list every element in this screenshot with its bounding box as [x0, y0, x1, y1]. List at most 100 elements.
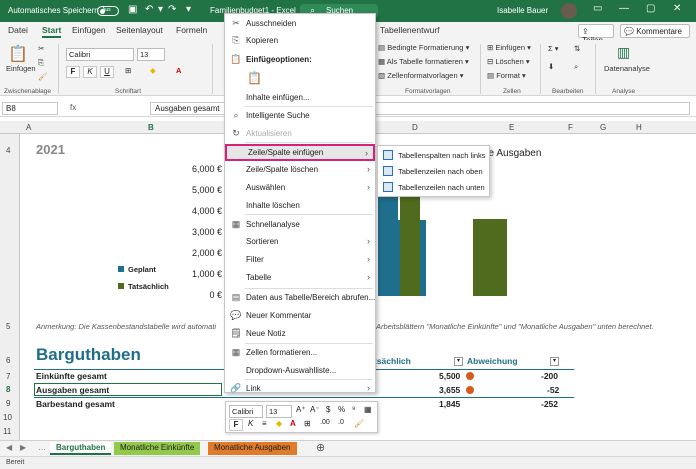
- context-menu-item-refresh[interactable]: ↻ Aktualisieren: [225, 126, 375, 143]
- context-menu-item-copy[interactable]: ⎘ Kopieren: [225, 33, 375, 50]
- bar-partial[interactable]: [378, 182, 398, 296]
- column-header[interactable]: D: [412, 123, 418, 132]
- row-header[interactable]: 10: [3, 413, 12, 422]
- column-header[interactable]: E: [509, 123, 514, 132]
- mini-italic-button[interactable]: K: [248, 419, 253, 428]
- context-menu-item-insert-row-column[interactable]: Zeile/Spalte einfügen ›: [225, 144, 375, 161]
- context-menu-item-table[interactable]: Tabelle ›: [225, 270, 375, 287]
- mini-decimal-icon[interactable]: .00: [320, 419, 330, 426]
- context-menu-item-new-comment[interactable]: 💬 Neuer Kommentar: [225, 308, 375, 325]
- tab-tabellenentwurf[interactable]: Tabellenentwurf: [380, 25, 440, 35]
- context-menu-item-cut[interactable]: ✂ Ausschneiden: [225, 16, 375, 33]
- column-header[interactable]: H: [636, 123, 642, 132]
- sheet-tab-barguthaben[interactable]: Barguthaben: [50, 442, 112, 455]
- context-menu-item-get-data-from-table[interactable]: ▤ Daten aus Tabelle/Bereich abrufen...: [225, 290, 376, 307]
- more-sheets-icon[interactable]: …: [38, 443, 46, 452]
- column-header[interactable]: F: [568, 123, 573, 132]
- insert-cells-button[interactable]: ⊞ Einfügen ▾: [487, 43, 531, 52]
- restore-icon[interactable]: ▢: [646, 3, 655, 14]
- share-button[interactable]: ⇪ Teilen: [578, 24, 614, 45]
- context-menu-item-delete-row-column[interactable]: Zeile/Spalte löschen ›: [225, 162, 375, 179]
- submenu-item-rows-below[interactable]: Tabellenzeilen nach unten: [378, 180, 489, 196]
- conditional-format-button[interactable]: ▤ Bedingte Formatierung ▾: [378, 43, 469, 52]
- filter-dropdown-icon[interactable]: ▾: [454, 357, 463, 366]
- font-size-select[interactable]: 13: [137, 48, 165, 61]
- bold-button[interactable]: F: [66, 66, 80, 78]
- delete-cells-button[interactable]: ⊟ Löschen ▾: [487, 57, 530, 66]
- tab-start[interactable]: Start: [42, 25, 62, 38]
- mini-bold-button[interactable]: F: [229, 419, 243, 431]
- row-header[interactable]: 4: [6, 146, 10, 155]
- bar-tatsaechlich[interactable]: [473, 219, 507, 296]
- redo-icon[interactable]: ↷: [168, 4, 176, 15]
- customize-qat-icon[interactable]: ▾: [186, 4, 191, 15]
- row-header[interactable]: 7: [6, 372, 10, 381]
- context-menu-item-filter[interactable]: Filter ›: [225, 252, 375, 269]
- cut-icon[interactable]: ✂: [38, 44, 44, 53]
- borders-icon[interactable]: ⊞: [125, 66, 131, 75]
- data-analysis-icon[interactable]: ▥: [617, 44, 630, 61]
- copy-icon[interactable]: ⎘: [38, 58, 44, 68]
- currency-icon[interactable]: $: [326, 405, 330, 414]
- row-header[interactable]: 5: [6, 322, 10, 331]
- mini-fill-color-icon[interactable]: ◆: [276, 419, 282, 428]
- submenu-item-columns-left[interactable]: Tabellenspalten nach links: [378, 148, 489, 164]
- ribbon-options-icon[interactable]: ▭: [593, 3, 602, 14]
- column-header[interactable]: B: [148, 123, 154, 132]
- context-menu-item-select[interactable]: Auswählen ›: [225, 180, 375, 197]
- mini-decimal-icon[interactable]: .0: [338, 419, 344, 426]
- context-menu-item-dropdown-list[interactable]: Dropdown-Auswahlliste...: [225, 363, 375, 380]
- context-menu-item-link[interactable]: 🔗 Link ›: [225, 381, 375, 398]
- mini-borders-icon[interactable]: ⊞: [304, 419, 311, 428]
- increase-font-icon[interactable]: A⁺: [296, 405, 306, 414]
- italic-button[interactable]: K: [83, 66, 97, 78]
- context-menu-item-smart-lookup[interactable]: ⌕ Intelligente Suche: [225, 108, 375, 125]
- find-icon[interactable]: ⌕: [574, 62, 578, 72]
- bar-partial[interactable]: [400, 185, 420, 296]
- mini-font-color-icon[interactable]: A: [290, 419, 296, 428]
- row-header[interactable]: 9: [6, 399, 10, 408]
- tab-datei[interactable]: Datei: [8, 25, 28, 35]
- autosum-icon[interactable]: Σ ▾: [548, 44, 559, 53]
- cell-styles-button[interactable]: ▧ Zellenformatvorlagen ▾: [378, 71, 464, 80]
- fx-icon[interactable]: fx: [70, 103, 76, 112]
- mini-format-icon[interactable]: ▦: [364, 405, 372, 414]
- format-painter-icon[interactable]: 🖌: [38, 72, 48, 81]
- user-name[interactable]: Isabelle Bauer: [497, 6, 548, 15]
- tab-formeln[interactable]: Formeln: [176, 25, 207, 35]
- minimize-icon[interactable]: —: [619, 3, 629, 14]
- format-as-table-button[interactable]: ▦ Als Tabelle formatieren ▾: [378, 57, 469, 66]
- paste-button[interactable]: Einfügen: [6, 64, 36, 73]
- row-header[interactable]: 6: [6, 356, 10, 365]
- undo-icon[interactable]: ↶: [145, 4, 153, 15]
- save-icon[interactable]: ▣: [128, 4, 137, 15]
- close-icon[interactable]: ✕: [673, 3, 681, 14]
- context-menu-item-format-cells[interactable]: ▦ Zellen formatieren...: [225, 345, 375, 362]
- name-box[interactable]: B8: [2, 102, 58, 115]
- context-menu-item-new-note[interactable]: 🗒 Neue Notiz: [225, 326, 375, 343]
- data-analysis-button[interactable]: Datenanalyse: [604, 64, 650, 73]
- mini-size-select[interactable]: 13: [266, 405, 292, 418]
- context-menu-item-paste-special[interactable]: Inhalte einfügen...: [225, 90, 375, 107]
- sheet-tab-monatliche-einkuenfte[interactable]: Monatliche Einkünfte: [114, 442, 201, 455]
- context-menu-item-quick-analysis[interactable]: ▦ Schnellanalyse: [225, 217, 375, 234]
- tab-seitenlayout[interactable]: Seitenlayout: [116, 25, 163, 35]
- undo-dropdown-icon[interactable]: ▾: [158, 4, 163, 15]
- avatar[interactable]: [561, 3, 577, 19]
- add-sheet-icon[interactable]: ⊕: [316, 441, 325, 454]
- tab-einfuegen[interactable]: Einfügen: [72, 25, 106, 35]
- decrease-font-icon[interactable]: A⁻: [310, 405, 320, 414]
- format-cells-button[interactable]: ▤ Format ▾: [487, 71, 526, 80]
- underline-button[interactable]: U: [100, 66, 114, 78]
- mini-format-painter-icon[interactable]: 🖌: [354, 419, 364, 428]
- row-header[interactable]: 8: [6, 385, 10, 394]
- submenu-item-rows-above[interactable]: Tabellenzeilen nach oben: [378, 164, 489, 180]
- context-menu-item-clear-contents[interactable]: Inhalte löschen: [225, 198, 375, 215]
- thousands-icon[interactable]: ⁹: [352, 405, 355, 414]
- paste-icon[interactable]: 📋: [8, 44, 28, 64]
- percent-icon[interactable]: %: [338, 405, 345, 414]
- paste-option-icon[interactable]: 📋: [247, 71, 262, 85]
- filter-dropdown-icon[interactable]: ▾: [550, 357, 559, 366]
- context-menu-item-sort[interactable]: Sortieren ›: [225, 234, 375, 251]
- mini-font-select[interactable]: Calibri: [229, 405, 263, 418]
